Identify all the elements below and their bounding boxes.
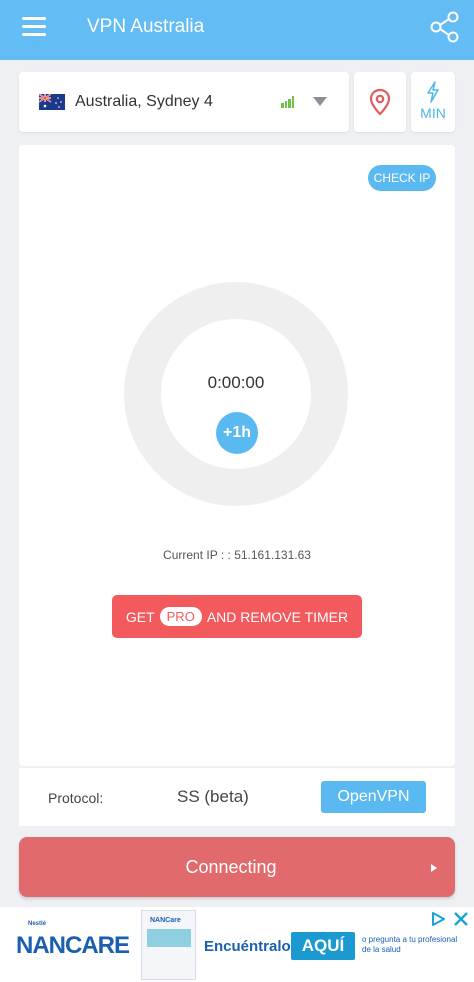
ad-product-image: NANCare [141,910,196,980]
ad-cta: Encuéntralo [204,938,291,955]
add-hour-button[interactable]: +1h [216,412,258,454]
location-button[interactable] [354,72,406,132]
close-icon[interactable] [452,910,470,928]
pro-suffix: AND REMOVE TIMER [206,608,349,625]
signal-strength-icon [281,96,295,108]
current-ip-label: Current IP : [163,548,225,562]
ad-cta-highlight: AQUÍ [291,932,355,960]
connect-label: Connecting [185,857,277,877]
app-title: VPN Australia [87,16,205,37]
get-pro-button[interactable]: GET PRO AND REMOVE TIMER [112,595,362,638]
ad-brand-small: Nestlé [28,921,47,927]
check-ip-button[interactable]: CHECK IP [368,165,436,191]
ad-product-label: NANCare [150,917,181,924]
ad-banner[interactable]: Nestlé NANCARE NANCare Encuéntralo AQUÍ … [0,907,474,982]
ad-note: o pregunta a tu profesional de la salud [362,935,458,954]
server-selector[interactable]: Australia, Sydney 4 [19,72,349,132]
protocol-selector: Protocol: SS (beta) OpenVPN [19,768,455,826]
australia-flag-icon [39,94,65,110]
ad-brand: NANCARE [16,932,130,959]
lightning-icon [427,81,439,103]
protocol-label: Protocol: [48,790,104,806]
connection-timer: 0:00:00 [207,373,265,392]
min-label: MIN [420,105,446,121]
server-name: Australia, Sydney 4 [75,93,213,110]
timer-ring [124,282,348,506]
pro-prefix: GET [125,608,155,625]
connection-panel: CHECK IP 0:00:00 +1h Current IP : : 51.1… [19,145,455,766]
current-ip-value: : 51.161.131.63 [227,548,311,562]
adchoices-icon[interactable] [430,911,446,927]
current-ip-row: Current IP : : 51.161.131.63 [19,548,455,562]
pro-badge: PRO [159,607,202,626]
protocol-option-openvpn[interactable]: OpenVPN [321,781,426,813]
play-arrow-icon [431,864,437,872]
share-icon[interactable] [428,10,462,44]
protocol-option-ss[interactable]: SS (beta) [177,787,249,807]
app-bar: VPN Australia [0,0,474,60]
hamburger-menu-icon[interactable] [22,17,46,37]
dropdown-arrow-icon[interactable] [313,97,327,106]
connect-button[interactable]: Connecting [19,837,455,897]
location-pin-icon [369,88,391,116]
min-button[interactable]: MIN [411,72,455,132]
